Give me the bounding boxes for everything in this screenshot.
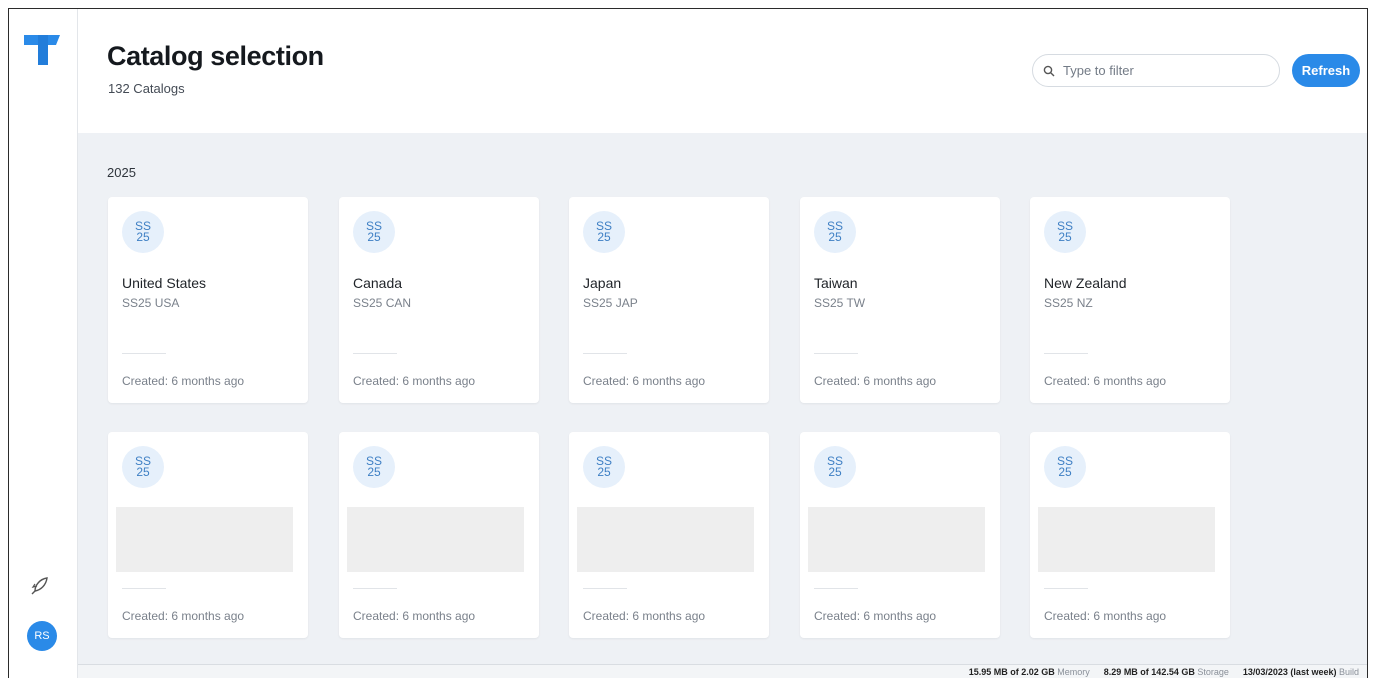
catalog-name: New Zealand [1044,275,1127,291]
catalog-created: Created: 6 months ago [353,374,476,388]
divider [583,588,627,589]
catalog-created: Created: 6 months ago [814,374,937,388]
divider [814,353,858,354]
catalog-created: Created: 6 months ago [1044,374,1167,388]
storage-status: 8.29 MB of 142.54 GB Storage [1103,666,1229,677]
rocket-icon[interactable] [29,575,51,597]
skeleton-placeholder [808,507,985,572]
season-badge: SS 25 [583,211,625,253]
catalog-created: Created: 6 months ago [353,609,476,623]
catalog-code: SS25 CAN [353,296,412,310]
catalog-name: United States [122,275,207,291]
catalog-card-loading[interactable]: SS 25 Created: 6 months ago [800,432,1000,638]
season-badge: SS 25 [353,211,395,253]
skeleton-placeholder [116,507,293,572]
skeleton-placeholder [577,507,754,572]
catalog-card[interactable]: SS 25 United States SS25 USA Created: 6 m… [108,197,308,403]
catalog-count: 132 Catalogs [108,81,185,96]
divider [353,588,397,589]
memory-status: 15.95 MB of 2.02 GB Memory [968,666,1090,677]
catalog-name: Taiwan [814,275,858,291]
catalog-code: SS25 USA [122,296,180,310]
catalog-card-loading[interactable]: SS 25 Created: 6 months ago [569,432,769,638]
season-badge: SS 25 [122,211,164,253]
catalog-card-loading[interactable]: SS 25 Created: 6 months ago [108,432,308,638]
catalog-card-loading[interactable]: SS 25 Created: 6 months ago [339,432,539,638]
filter-input[interactable] [1063,63,1253,78]
catalog-created: Created: 6 months ago [583,374,706,388]
divider [1044,588,1088,589]
skeleton-placeholder [347,507,524,572]
catalog-created: Created: 6 months ago [1044,609,1167,623]
season-badge: SS 25 [353,446,395,488]
sidebar: RS [9,9,78,678]
divider [122,353,166,354]
brand-logo-icon[interactable] [22,31,62,65]
divider [583,353,627,354]
season-badge: SS 25 [122,446,164,488]
catalog-card[interactable]: SS 25 Canada SS25 CAN Created: 6 months a… [339,197,539,403]
season-badge: SS 25 [1044,446,1086,488]
catalog-created: Created: 6 months ago [814,609,937,623]
filter-box[interactable] [1032,54,1280,87]
status-bar: 15.95 MB of 2.02 GB Memory 8.29 MB of 14… [78,664,1367,678]
season-badge: SS 25 [814,446,856,488]
catalog-card[interactable]: SS 25 New Zealand SS25 NZ Created: 6 mont… [1030,197,1230,403]
page-header: Catalog selection 132 Catalogs Refresh [78,9,1367,133]
season-badge: SS 25 [814,211,856,253]
catalog-card[interactable]: SS 25 Taiwan SS25 TW Created: 6 months ag… [800,197,1000,403]
divider [814,588,858,589]
catalog-code: SS25 NZ [1044,296,1093,310]
season-badge: SS 25 [583,446,625,488]
catalog-created: Created: 6 months ago [122,609,245,623]
catalog-name: Japan [583,275,622,291]
catalog-created: Created: 6 months ago [122,374,245,388]
catalog-code: SS25 TW [814,296,866,310]
skeleton-placeholder [1038,507,1215,572]
divider [122,588,166,589]
catalog-name: Canada [353,275,403,291]
search-icon [1043,65,1055,76]
avatar[interactable]: RS [27,621,57,651]
divider [353,353,397,354]
refresh-button[interactable]: Refresh [1292,54,1360,87]
build-status: 13/03/2023 (last week) Build [1242,666,1359,677]
catalog-card-loading[interactable]: SS 25 Created: 6 months ago [1030,432,1230,638]
divider [1044,353,1088,354]
app-window: RS Catalog selection 132 Catalogs Refres… [8,8,1368,678]
catalog-card[interactable]: SS 25 Japan SS25 JAP Created: 6 months ag… [569,197,769,403]
section-year-label: 2025 [107,165,136,180]
page-title: Catalog selection [107,41,324,71]
catalog-created: Created: 6 months ago [583,609,706,623]
season-badge: SS 25 [1044,211,1086,253]
catalog-code: SS25 JAP [583,296,638,310]
